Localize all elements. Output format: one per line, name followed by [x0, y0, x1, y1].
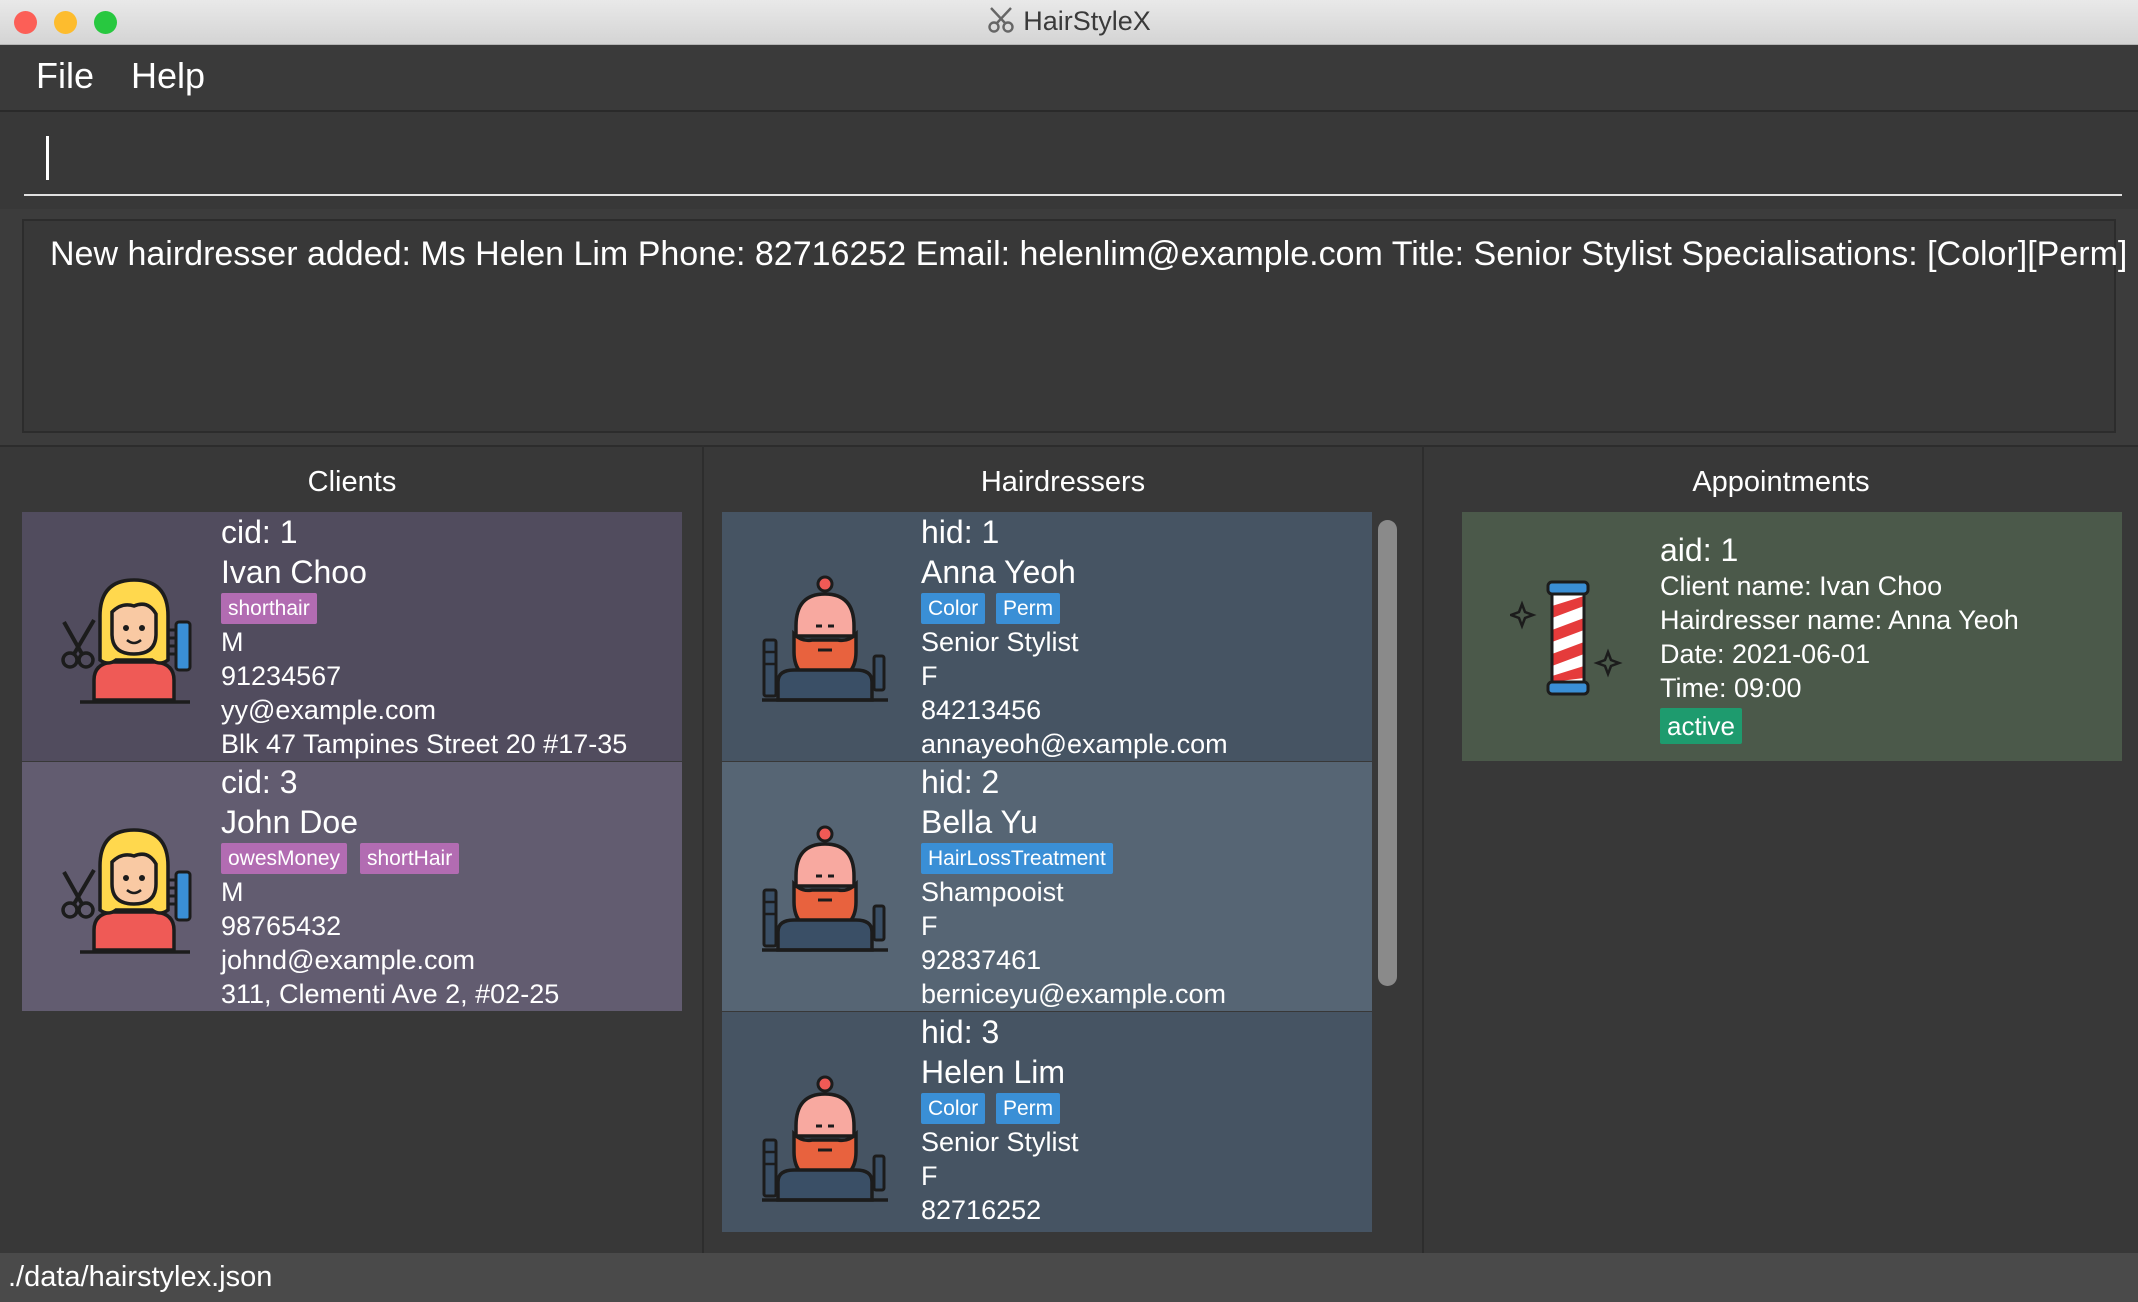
hairdresser-card[interactable]: hid: 2 Bella Yu HairLossTreatment Shampo… [722, 762, 1372, 1011]
client-address: Blk 47 Tampines Street 20 #17-35 [221, 729, 628, 759]
client-card[interactable]: cid: 1 Ivan Choo shorthair M 91234567 yy… [22, 512, 682, 761]
client-tag: shortHair [360, 843, 460, 874]
barber-pole-icon [1510, 580, 1623, 696]
client-name: Ivan Choo [221, 554, 367, 590]
hairdressers-panel-title: Hairdressers [980, 466, 1146, 498]
command-box [0, 110, 2138, 209]
client-email: yy@example.com [221, 695, 436, 725]
appointments-panel-title: Appointments [1692, 466, 1870, 498]
appointment-time: Time: 09:00 [1660, 673, 1802, 703]
specialisation-tag: Perm [996, 593, 1061, 624]
hairdresser-name: Anna Yeoh [921, 554, 1076, 590]
column-divider [1422, 445, 1424, 1253]
hairdresser-email: berniceyu@example.com [921, 979, 1227, 1009]
bearded-barber-icon [760, 1075, 890, 1202]
hairdresser-card[interactable]: hid: 3 Helen Lim Color Perm Senior Styli… [722, 1012, 1372, 1232]
client-email: johnd@example.com [221, 945, 476, 975]
specialisation-tag: Color [921, 593, 986, 624]
client-id: cid: 3 [221, 764, 298, 800]
status-bar: ./data/hairstylex.json [0, 1253, 2138, 1302]
hairdresser-phone: 92837461 [921, 945, 1042, 975]
appointment-date: Date: 2021-06-01 [1660, 639, 1871, 669]
menu-bar: File Help [0, 45, 2138, 110]
column-divider [702, 445, 704, 1253]
appointment-id: aid: 1 [1660, 532, 1739, 568]
hairdresser-id: hid: 2 [921, 764, 1000, 800]
client-phone: 91234567 [221, 661, 342, 691]
status-badge: active [1660, 708, 1742, 744]
hairdresser-phone: 82716252 [921, 1195, 1042, 1225]
specialisation-tag: Color [921, 1093, 986, 1124]
client-card[interactable]: cid: 3 John Doe owesMoney shortHair M 98… [22, 762, 682, 1011]
bearded-barber-icon [760, 825, 890, 952]
menu-help[interactable]: Help [131, 55, 205, 97]
window-title: HairStyleX [1023, 6, 1151, 36]
specialisation-tag: HairLossTreatment [921, 843, 1113, 874]
hairdresser-email: annayeoh@example.com [921, 729, 1228, 759]
text-caret [46, 136, 49, 180]
data-file-path: ./data/hairstylex.json [8, 1261, 273, 1293]
hairdresser-title: Shampooist [921, 877, 1064, 907]
hairdresser-id: hid: 1 [921, 514, 1000, 550]
specialisation-tag: Perm [996, 1093, 1061, 1124]
client-gender: M [221, 627, 244, 657]
client-tag: shorthair [221, 593, 317, 624]
hairdresser-gender: F [921, 661, 938, 691]
scissors-icon [987, 6, 1015, 41]
window-title-container: HairStyleX [0, 6, 2138, 41]
client-tag: owesMoney [221, 843, 348, 874]
hairdresser-name: Bella Yu [921, 804, 1038, 840]
hairdresser-id: hid: 3 [921, 1014, 1000, 1050]
hairdresser-woman-icon [61, 828, 192, 954]
hairdresser-gender: F [921, 1161, 938, 1191]
appointment-hairdresser: Hairdresser name: Anna Yeoh [1660, 605, 2019, 635]
menu-file[interactable]: File [36, 55, 94, 97]
bearded-barber-icon [760, 575, 890, 702]
result-display: New hairdresser added: Ms Helen Lim Phon… [22, 219, 2128, 433]
hairdresser-woman-icon [61, 578, 192, 704]
hairdresser-title: Senior Stylist [921, 627, 1079, 657]
client-phone: 98765432 [221, 911, 342, 941]
title-bar: HairStyleX [0, 0, 2138, 45]
hairdresser-phone: 84213456 [921, 695, 1042, 725]
command-input[interactable] [24, 130, 2122, 196]
hairdressers-scrollbar[interactable] [1378, 520, 1397, 986]
hairdresser-name: Helen Lim [921, 1054, 1066, 1090]
result-message: New hairdresser added: Ms Helen Lim Phon… [50, 235, 2128, 273]
appointment-card[interactable]: aid: 1 Client name: Ivan Choo Hairdresse… [1462, 512, 2122, 761]
client-gender: M [221, 877, 244, 907]
hairdresser-title: Senior Stylist [921, 1127, 1079, 1157]
hairdresser-gender: F [921, 911, 938, 941]
client-address: 311, Clementi Ave 2, #02-25 [221, 979, 560, 1009]
client-id: cid: 1 [221, 514, 298, 550]
clients-panel-title: Clients [307, 466, 397, 498]
client-name: John Doe [221, 804, 358, 840]
appointment-client: Client name: Ivan Choo [1660, 571, 1943, 601]
hairdresser-card[interactable]: hid: 1 Anna Yeoh Color Perm Senior Styli… [722, 512, 1372, 761]
